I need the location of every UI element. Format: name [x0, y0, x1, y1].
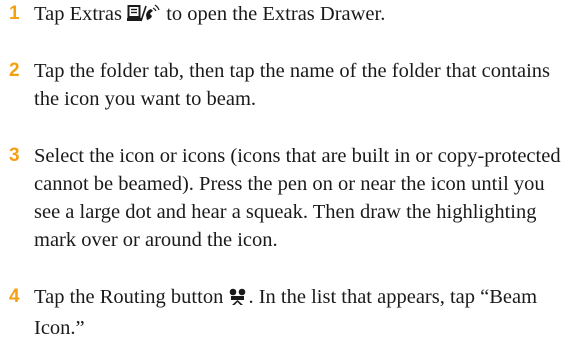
step-text-part: Tap Extras: [34, 3, 128, 25]
step-number: 1: [9, 3, 20, 24]
step-text: Select the icon or icons (icons that are…: [34, 145, 561, 251]
step-text-part: Tap the Routing button: [34, 286, 229, 308]
step-number: 4: [9, 286, 20, 307]
step-text: Tap Extras to open the Extras Drawer.: [34, 0, 564, 31]
extras-drawer-icon: [127, 3, 161, 31]
step-number: 2: [9, 60, 20, 81]
step-text: Tap the Routing button . In the list tha…: [34, 283, 564, 342]
routing-icon: [228, 286, 248, 314]
step-text: Tap the folder tab, then tap the name of…: [34, 60, 551, 110]
step-number: 3: [9, 145, 20, 166]
instruction-list: 1 Tap Extras to open the Extras Drawer. …: [0, 0, 576, 339]
step-text-part: to open the Extras Drawer.: [161, 3, 386, 25]
